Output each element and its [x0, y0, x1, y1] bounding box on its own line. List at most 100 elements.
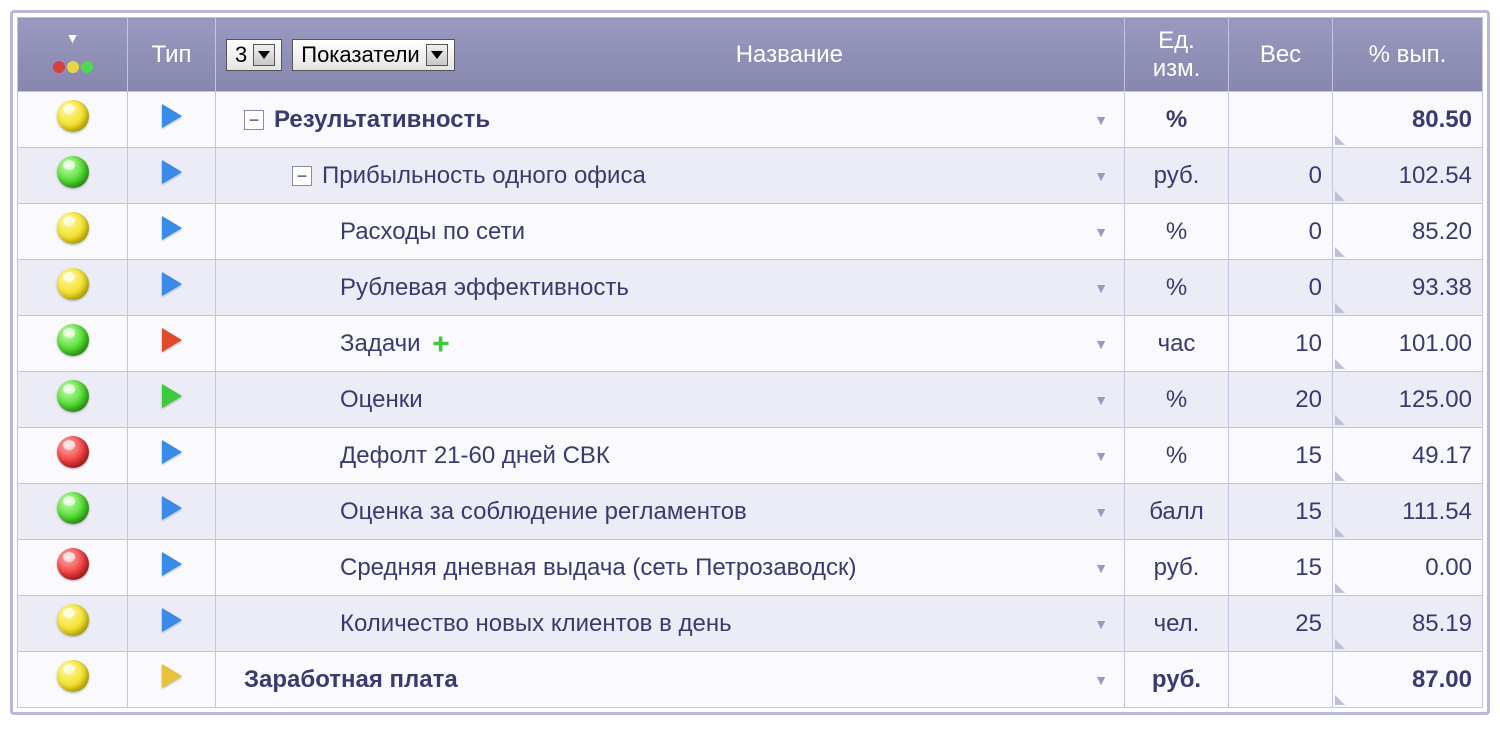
status-orb-icon: [57, 380, 89, 412]
row-menu-caret-icon[interactable]: ▼: [1094, 392, 1108, 408]
kpi-table-container: ▼ Тип 3 Показатели: [10, 10, 1490, 715]
filter-select[interactable]: Показатели: [292, 39, 454, 71]
name-cell: Оценки ▼: [216, 372, 1125, 428]
table-row: Дефолт 21-60 дней СВК▼%1549.17: [18, 428, 1483, 484]
status-orb-icon: [57, 212, 89, 244]
status-orb-icon: [57, 492, 89, 524]
status-orb-icon: [57, 100, 89, 132]
status-orb-icon: [57, 548, 89, 580]
unit-cell: час: [1125, 316, 1229, 372]
cell-corner-icon: [1335, 471, 1345, 481]
status-cell: [18, 428, 128, 484]
header-type[interactable]: Тип: [128, 18, 216, 92]
header-pct[interactable]: % вып.: [1333, 18, 1483, 92]
table-row: −Результативность▼%80.50: [18, 92, 1483, 148]
level-select[interactable]: 3: [226, 39, 282, 71]
chevron-down-icon: [426, 44, 448, 66]
row-menu-caret-icon[interactable]: ▼: [1094, 336, 1108, 352]
type-triangle-icon: [162, 104, 182, 128]
type-cell: [128, 204, 216, 260]
row-menu-caret-icon[interactable]: ▼: [1094, 616, 1108, 632]
name-cell: Рублевая эффективность ▼: [216, 260, 1125, 316]
status-orb-icon: [57, 660, 89, 692]
name-cell: Оценка за соблюдение регламентов▼: [216, 484, 1125, 540]
row-name: Дефолт 21-60 дней СВК: [340, 442, 610, 470]
collapse-toggle[interactable]: −: [244, 110, 264, 130]
table-row: Оценки ▼%20125.00: [18, 372, 1483, 428]
weight-cell: 25: [1229, 596, 1333, 652]
type-cell: [128, 484, 216, 540]
type-cell: [128, 260, 216, 316]
cell-corner-icon: [1335, 583, 1345, 593]
cell-corner-icon: [1335, 359, 1345, 369]
cell-corner-icon: [1335, 191, 1345, 201]
type-triangle-icon: [162, 664, 182, 688]
type-triangle-icon: [162, 160, 182, 184]
status-cell: [18, 372, 128, 428]
row-name: Расходы по сети: [340, 218, 525, 246]
name-cell: −Прибыльность одного офиса ▼: [216, 148, 1125, 204]
unit-cell: руб.: [1125, 652, 1229, 708]
table-row: Заработная плата▼руб.87.00: [18, 652, 1483, 708]
unit-cell: %: [1125, 204, 1229, 260]
header-unit[interactable]: Ед. изм.: [1125, 18, 1229, 92]
type-cell: [128, 540, 216, 596]
row-name: Рублевая эффективность: [340, 274, 629, 302]
row-menu-caret-icon[interactable]: ▼: [1094, 224, 1108, 240]
cell-corner-icon: [1335, 695, 1345, 705]
cell-corner-icon: [1335, 415, 1345, 425]
collapse-toggle[interactable]: −: [292, 166, 312, 186]
row-name: Количество новых клиентов в день: [340, 610, 732, 638]
status-orb-icon: [57, 436, 89, 468]
header-status[interactable]: ▼: [18, 18, 128, 92]
cell-corner-icon: [1335, 247, 1345, 257]
row-menu-caret-icon[interactable]: ▼: [1094, 672, 1108, 688]
status-cell: [18, 652, 128, 708]
type-triangle-icon: [162, 552, 182, 576]
type-triangle-icon: [162, 496, 182, 520]
status-orb-icon: [57, 604, 89, 636]
type-triangle-icon: [162, 384, 182, 408]
weight-cell: [1229, 652, 1333, 708]
pct-cell: 49.17: [1333, 428, 1483, 484]
table-row: Оценка за соблюдение регламентов▼балл151…: [18, 484, 1483, 540]
status-orb-icon: [57, 156, 89, 188]
row-menu-caret-icon[interactable]: ▼: [1094, 280, 1108, 296]
status-cell: [18, 540, 128, 596]
status-cell: [18, 484, 128, 540]
weight-cell: 15: [1229, 484, 1333, 540]
type-cell: [128, 652, 216, 708]
name-cell: −Результативность▼: [216, 92, 1125, 148]
weight-cell: 15: [1229, 428, 1333, 484]
unit-cell: балл: [1125, 484, 1229, 540]
pct-cell: 111.54: [1333, 484, 1483, 540]
weight-cell: 20: [1229, 372, 1333, 428]
status-cell: [18, 204, 128, 260]
type-cell: [128, 596, 216, 652]
pct-cell: 125.00: [1333, 372, 1483, 428]
pct-cell: 101.00: [1333, 316, 1483, 372]
unit-cell: %: [1125, 372, 1229, 428]
row-menu-caret-icon[interactable]: ▼: [1094, 112, 1108, 128]
add-button[interactable]: [431, 334, 451, 354]
weight-cell: 10: [1229, 316, 1333, 372]
row-name: Оценки: [340, 386, 423, 414]
table-row: Средняя дневная выдача (сеть Петрозаводс…: [18, 540, 1483, 596]
row-name: Заработная плата: [244, 666, 458, 694]
weight-cell: 0: [1229, 204, 1333, 260]
status-orb-icon: [57, 324, 89, 356]
row-menu-caret-icon[interactable]: ▼: [1094, 168, 1108, 184]
unit-cell: чел.: [1125, 596, 1229, 652]
row-menu-caret-icon[interactable]: ▼: [1094, 504, 1108, 520]
table-row: Задачи▼час10101.00: [18, 316, 1483, 372]
pct-cell: 93.38: [1333, 260, 1483, 316]
header-weight[interactable]: Вес: [1229, 18, 1333, 92]
type-cell: [128, 148, 216, 204]
name-cell: Дефолт 21-60 дней СВК ▼: [216, 428, 1125, 484]
row-name: Прибыльность одного офиса: [322, 162, 646, 190]
row-menu-caret-icon[interactable]: ▼: [1094, 560, 1108, 576]
row-menu-caret-icon[interactable]: ▼: [1094, 448, 1108, 464]
type-cell: [128, 316, 216, 372]
pct-cell: 0.00: [1333, 540, 1483, 596]
caret-down-icon: ▼: [66, 30, 80, 46]
